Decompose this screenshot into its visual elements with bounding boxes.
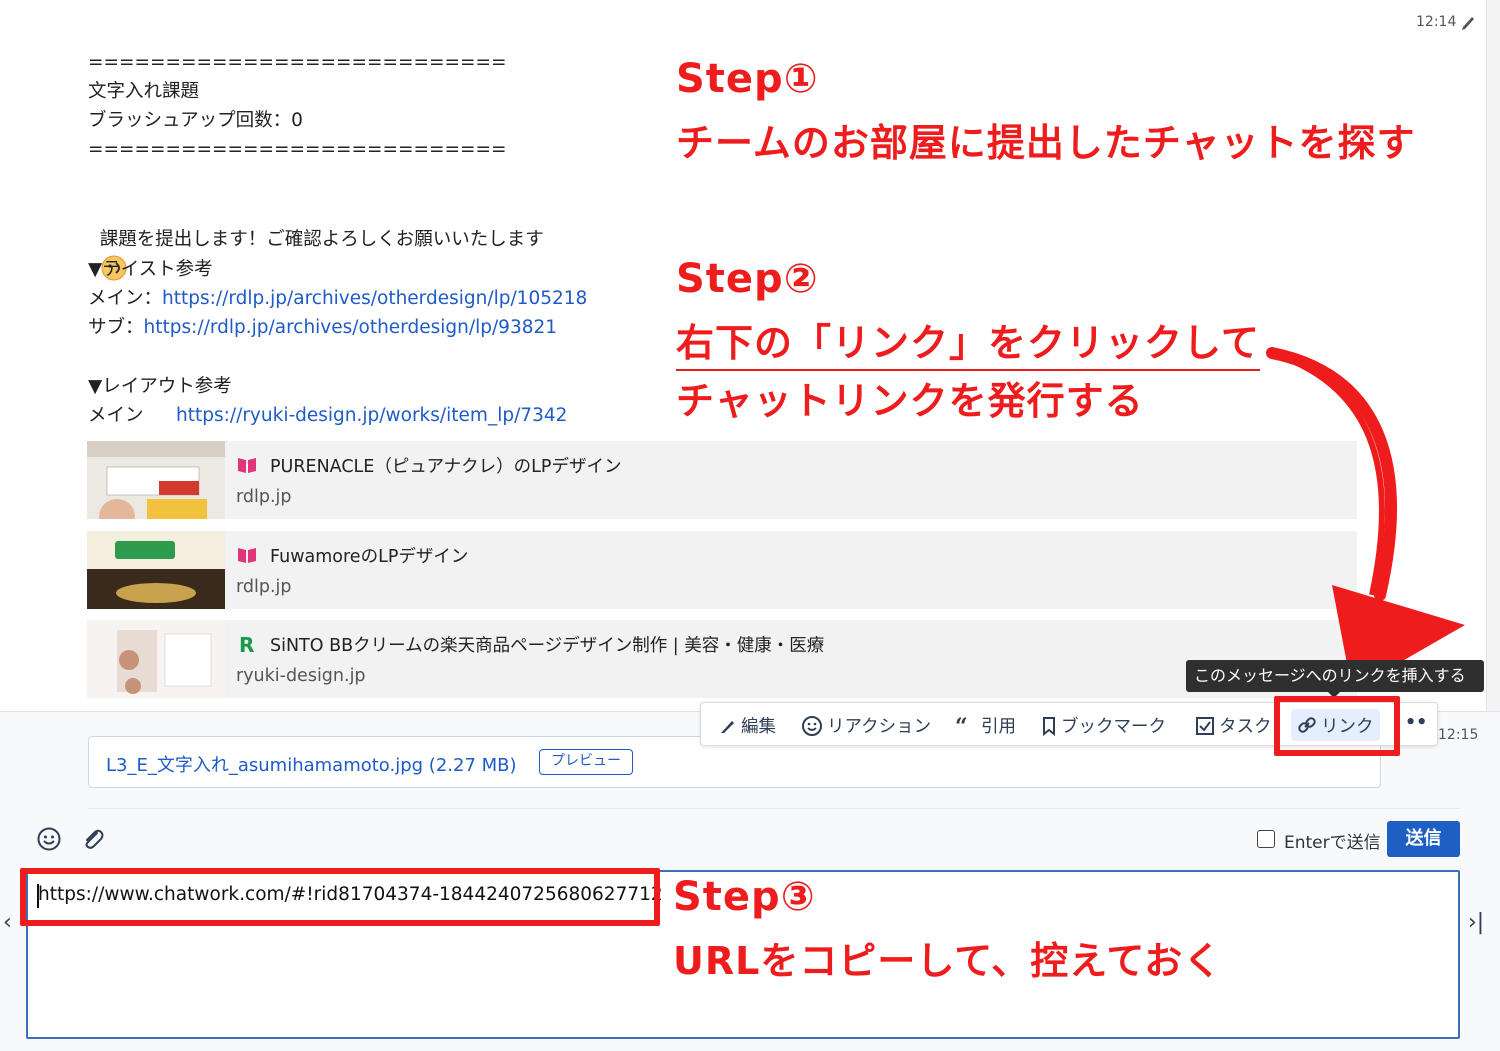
preview-thumbnail [87, 531, 225, 609]
quote-label: 引用 [981, 717, 1016, 737]
step3-body: URLをコピーして、控えておく [673, 939, 1223, 983]
bookmark-label: ブックマーク [1061, 717, 1166, 737]
url-highlight-box [20, 868, 660, 926]
layout-main-label: メイン [88, 405, 163, 426]
layout-heading: ▼レイアウト参考 [88, 376, 232, 397]
svg-text:R: R [239, 633, 254, 655]
more-actions-button[interactable]: •• [1405, 713, 1427, 733]
preview-domain: ryuki-design.jp [236, 666, 366, 686]
quote-action[interactable]: “ 引用 [955, 713, 1016, 738]
task-action[interactable]: タスク [1195, 713, 1272, 738]
right-expand-arrow[interactable]: ›| [1468, 910, 1484, 935]
left-collapse-arrow[interactable]: ‹ [3, 910, 12, 935]
layout-main-link[interactable]: https://ryuki-design.jp/works/item_lp/73… [176, 405, 567, 426]
step1-title: Step① [676, 56, 819, 102]
preview-thumbnail [87, 441, 225, 519]
link-preview-card[interactable]: R SiNTO BBクリームの楽天商品ページデザイン制作 | 美容・健康・医療 … [87, 620, 1357, 698]
task-check-icon [1196, 716, 1214, 735]
book-icon [238, 458, 256, 473]
task-label: タスク [1219, 717, 1272, 737]
reaction-label: リアクション [827, 717, 932, 737]
taste-main-label: メイン： [88, 288, 163, 309]
taste-sub-link[interactable]: https://rdlp.jp/archives/otherdesign/lp/… [144, 317, 558, 338]
reaction-smile-icon [802, 715, 822, 736]
edit-label: 編集 [741, 717, 776, 737]
composer-separator [88, 808, 1460, 809]
preview-thumbnail [87, 620, 225, 698]
taste-main-link[interactable]: https://rdlp.jp/archives/otherdesign/lp/… [162, 288, 587, 309]
reaction-action[interactable]: リアクション [801, 713, 931, 738]
submit-text: 課題を提出します！ご確認よろしくお願いいたします [99, 229, 544, 250]
enter-to-send-checkbox[interactable] [1257, 830, 1275, 848]
layout-main-row: メイン https://ryuki-design.jp/works/item_l… [88, 401, 567, 430]
link-preview-card[interactable]: PURENACLE（ピュアナクレ）のLPデザイン rdlp.jp [87, 441, 1357, 519]
step1-body: チームのお部屋に提出したチャットを探す [676, 121, 1416, 165]
taste-sub-label: サブ： [88, 317, 144, 338]
emoji-icon[interactable] [36, 826, 62, 852]
message-brushup-count: ブラッシュアップ回数：0 [88, 110, 303, 131]
enter-to-send-label[interactable]: Enterで送信 [1284, 828, 1381, 853]
bookmark-icon [1043, 716, 1055, 736]
taste-heading: ▼テイスト参考 [88, 259, 213, 280]
taste-sub-row: サブ：https://rdlp.jp/archives/otherdesign/… [88, 313, 557, 342]
send-button[interactable]: 送信 [1387, 821, 1460, 857]
step2-line1: 右下の「リンク」をクリックして [676, 312, 1260, 371]
pencil-icon [721, 720, 734, 733]
edit-action[interactable]: 編集 [719, 713, 776, 738]
curved-arrow-icon [1266, 347, 1465, 690]
preview-title[interactable]: PURENACLE（ピュアナクレ）のLPデザイン [270, 453, 621, 478]
step2-line2: チャットリンクを発行する [676, 379, 1144, 423]
paperclip-icon[interactable] [80, 826, 106, 852]
step3-title: Step③ [673, 874, 816, 920]
svg-text:“: “ [955, 717, 968, 735]
preview-title[interactable]: SiNTO BBクリームの楽天商品ページデザイン制作 | 美容・健康・医療 [270, 632, 824, 657]
preview-button[interactable]: プレビュー [539, 749, 633, 775]
edited-pencil-icon [1462, 17, 1474, 30]
quote-icon: “ [955, 717, 968, 735]
link-preview-card[interactable]: FuwamoreのLPデザイン rdlp.jp [87, 531, 1357, 609]
r-logo-icon: R [239, 633, 254, 655]
message-separator-top: =========================== [88, 52, 507, 73]
step2-title: Step② [676, 256, 819, 302]
taste-main-row: メイン：https://rdlp.jp/archives/otherdesign… [88, 284, 587, 313]
preview-title[interactable]: FuwamoreのLPデザイン [270, 543, 468, 568]
message-assignment-title: 文字入れ課題 [88, 81, 200, 102]
message-separator-bottom: =========================== [88, 139, 507, 160]
message-timestamp: 12:15 [1438, 727, 1479, 743]
link-tooltip: このメッセージへのリンクを挿入する [1186, 660, 1484, 692]
link-highlight-box [1274, 696, 1400, 756]
book-icon [238, 548, 256, 563]
message-timestamp: 12:14 [1416, 14, 1457, 30]
bookmark-action[interactable]: ブックマーク [1041, 713, 1166, 738]
preview-domain: rdlp.jp [236, 487, 292, 507]
preview-domain: rdlp.jp [236, 577, 292, 597]
attachment-filename[interactable]: L3_E_文字入れ_asumihamamoto.jpg (2.27 MB) [106, 751, 517, 777]
